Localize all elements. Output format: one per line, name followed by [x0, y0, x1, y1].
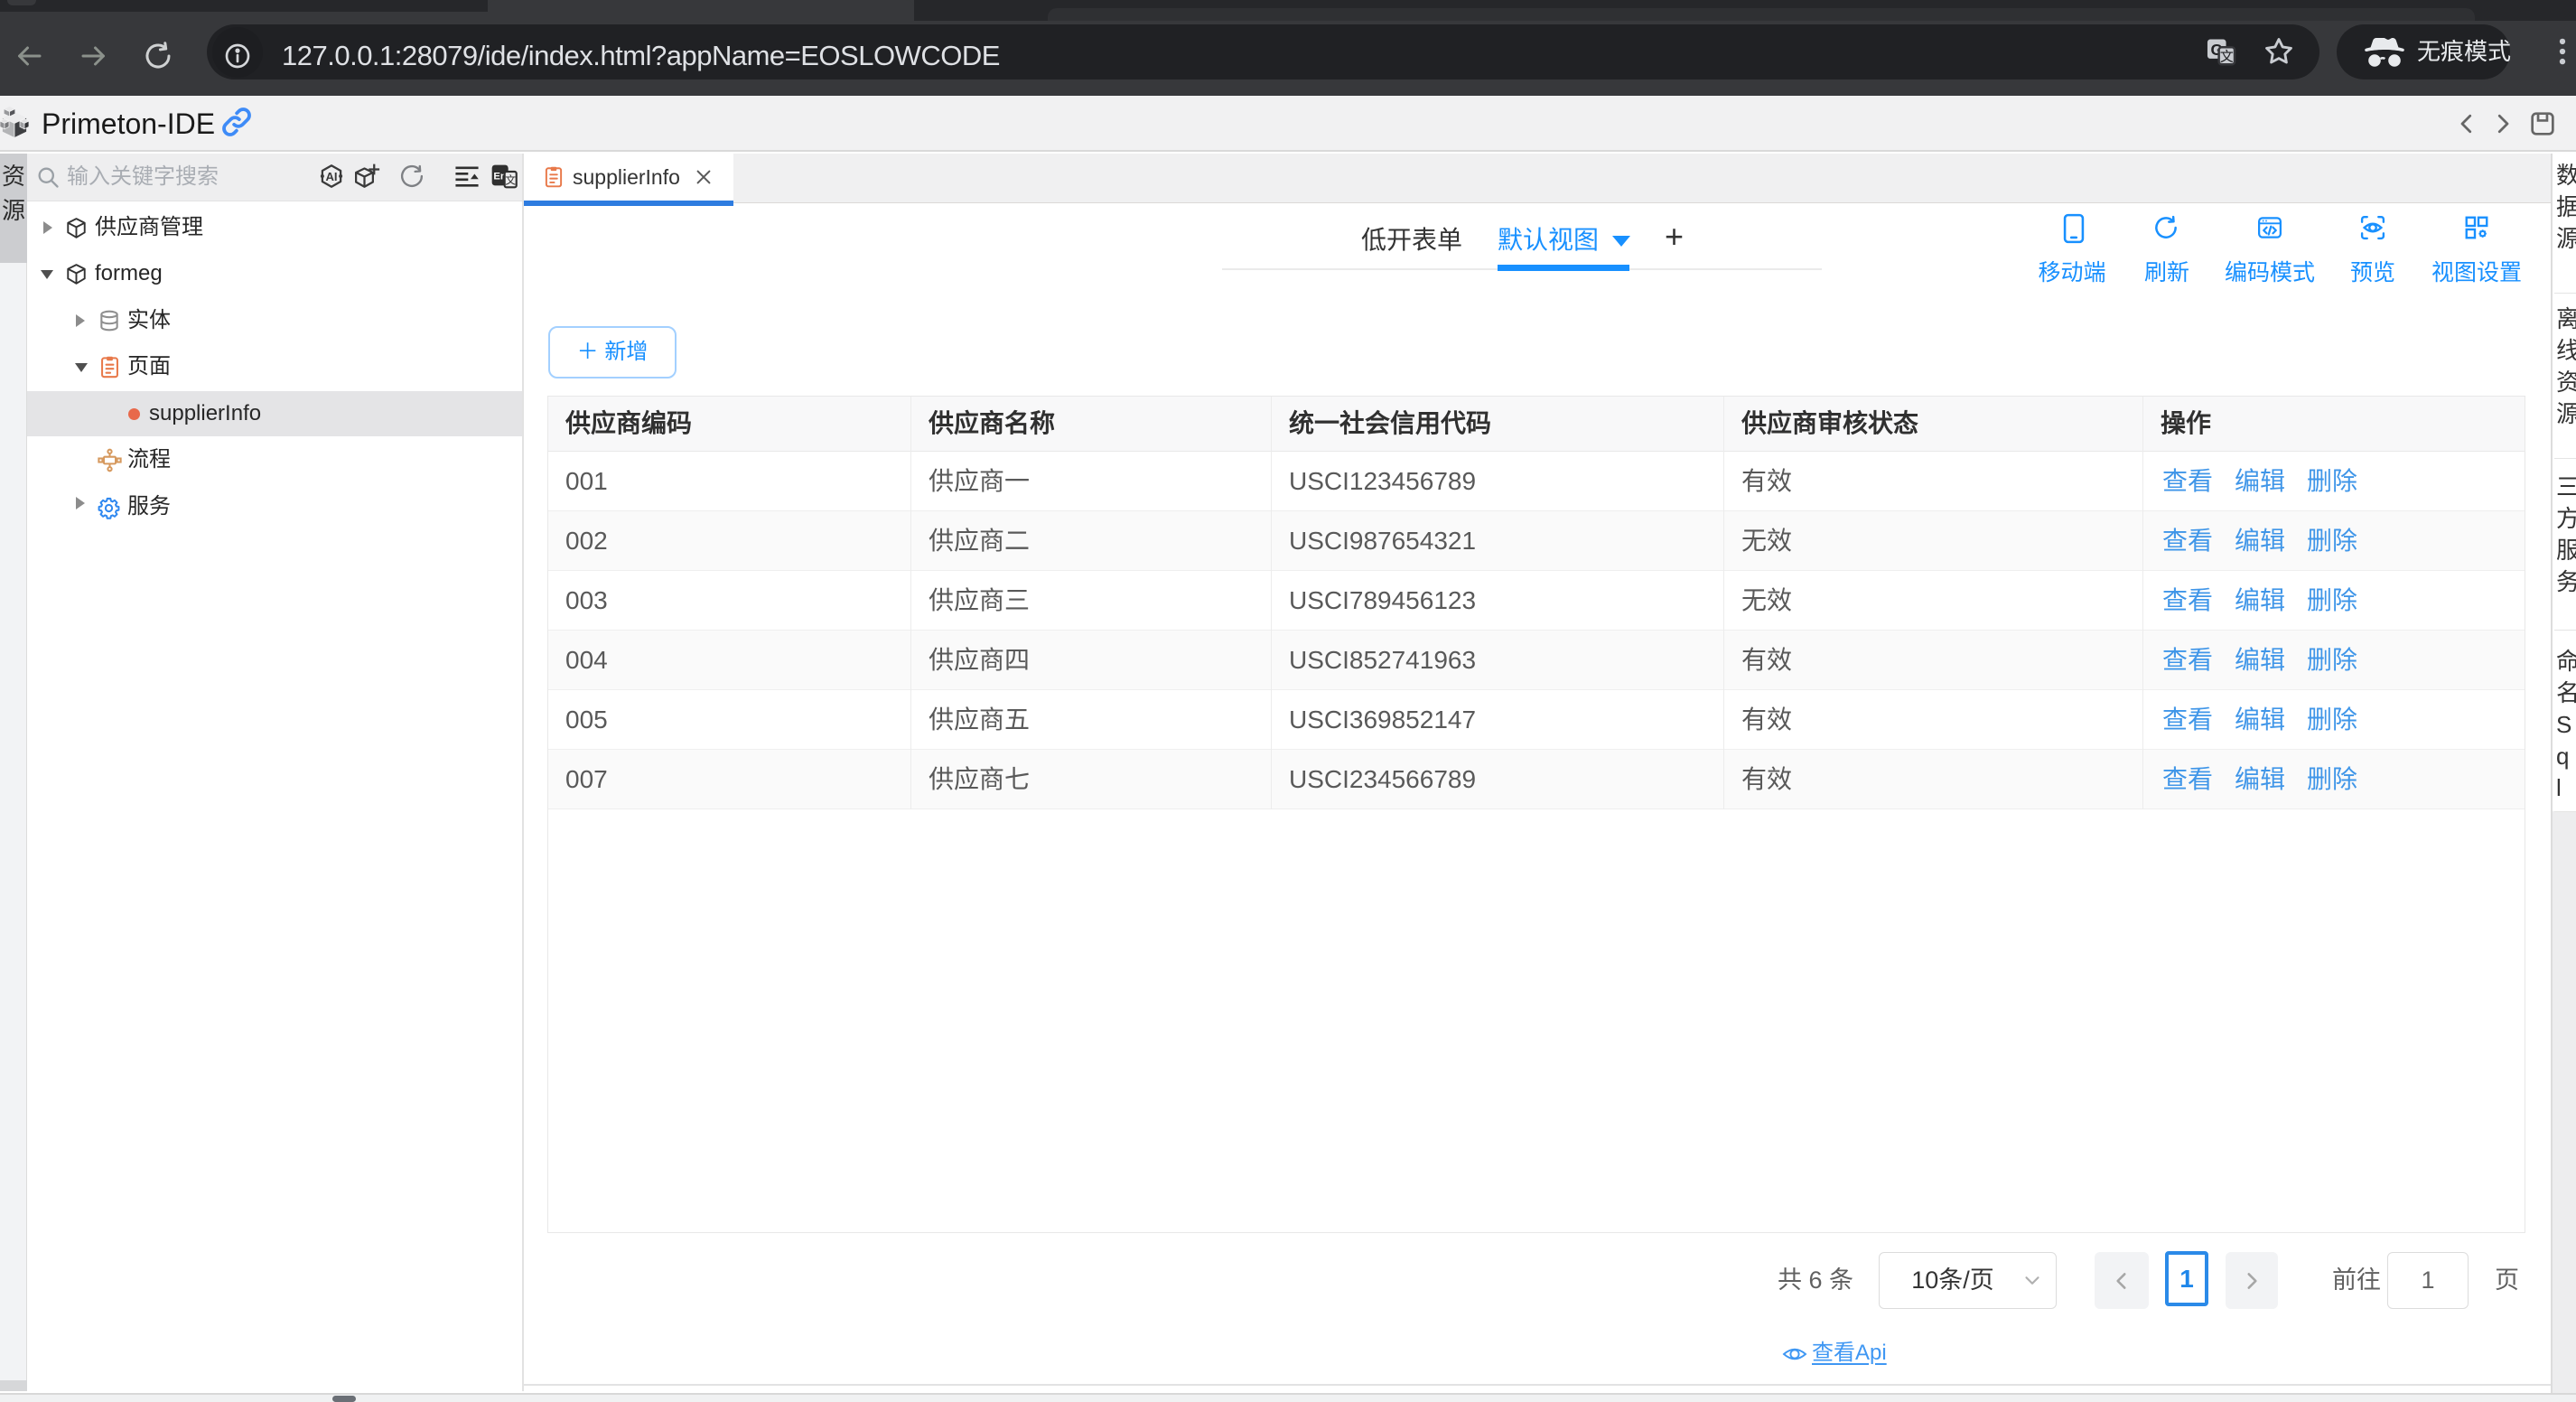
svg-text:文: 文 [2220, 49, 2234, 64]
svg-text:文: 文 [505, 173, 516, 186]
svg-text:AI: AI [325, 170, 337, 183]
